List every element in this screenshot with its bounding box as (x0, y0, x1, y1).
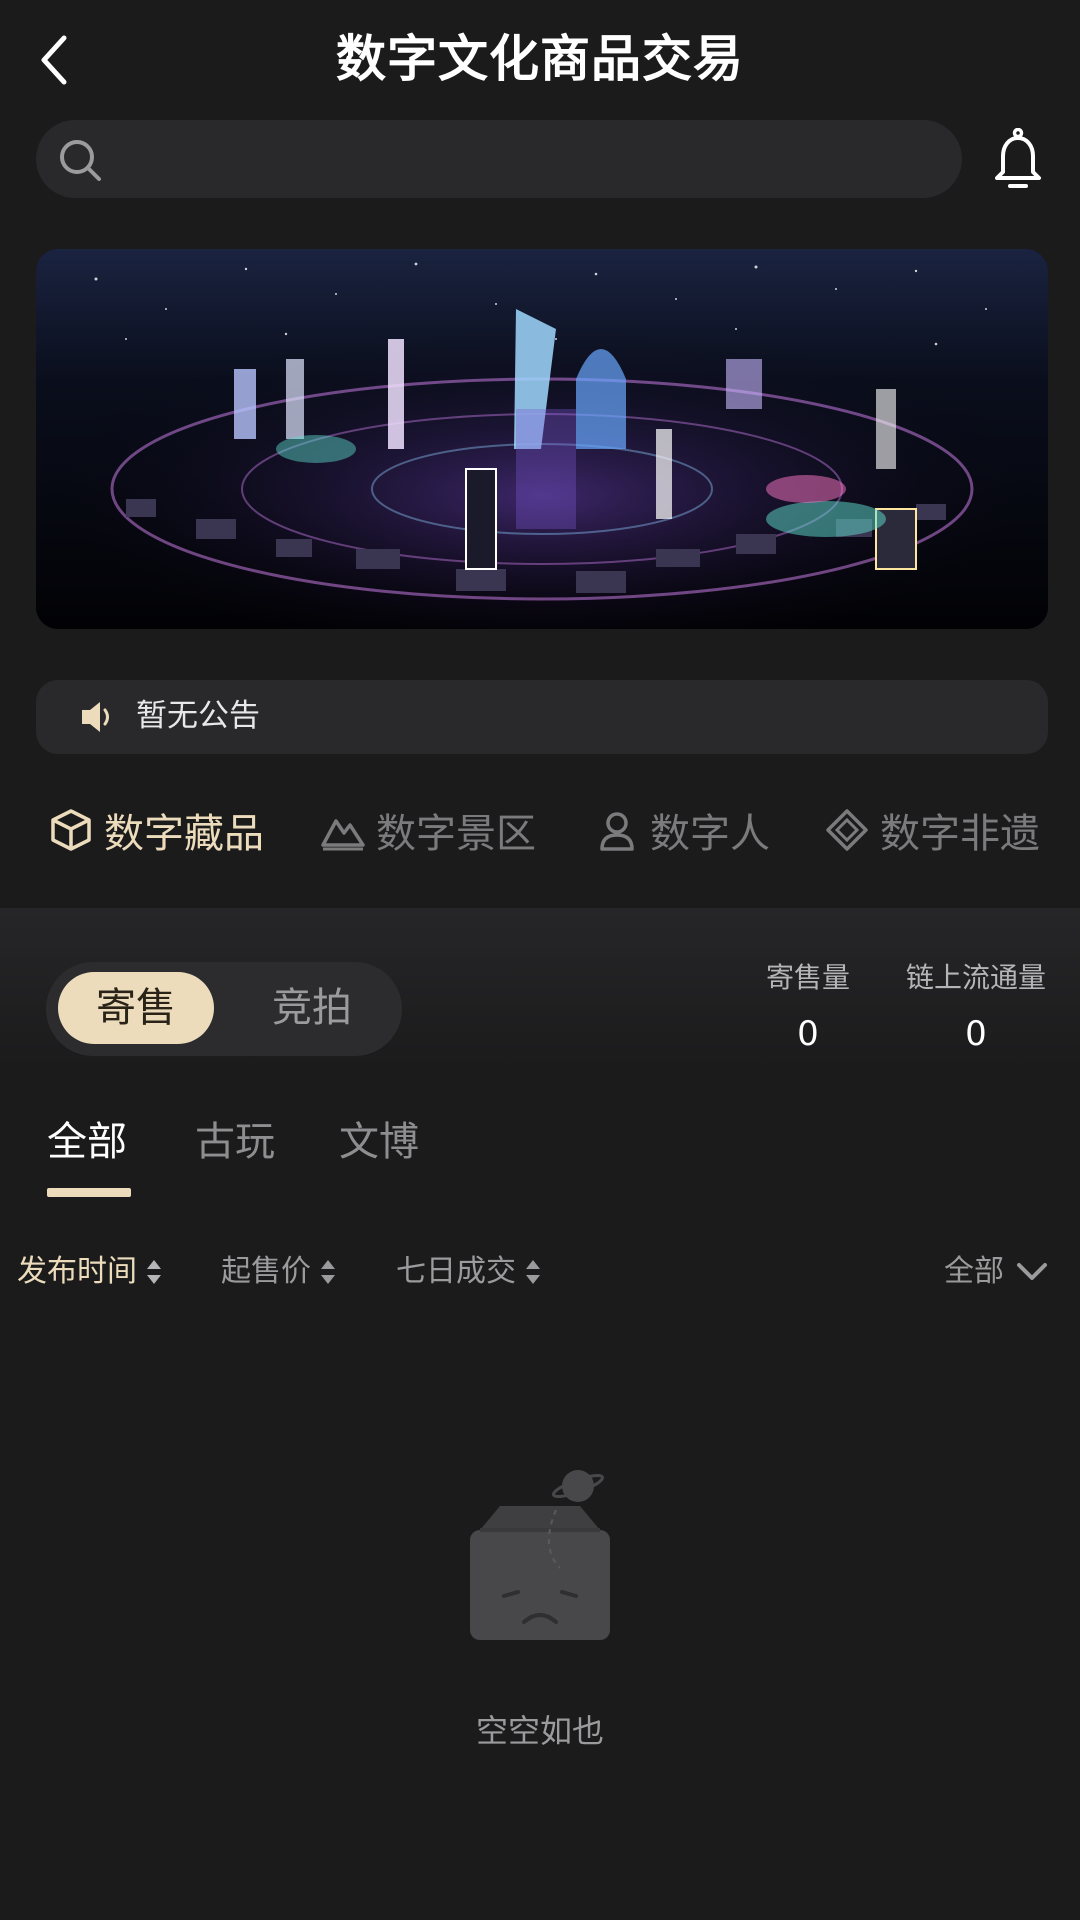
bell-icon[interactable] (990, 128, 1046, 190)
empty-box-icon (470, 1470, 610, 1640)
empty-state-text: 空空如也 (475, 1712, 604, 1750)
mode-consign-button[interactable]: 寄售 (58, 972, 214, 1044)
sort-label: 起售价 (221, 1254, 311, 1289)
category-label: 数字非遗 (880, 811, 1040, 857)
sort-arrows-icon (526, 1260, 540, 1284)
consign-count-label: 寄售量 (765, 961, 850, 994)
search-icon (60, 140, 101, 181)
filter-label: 全部 (944, 1254, 1004, 1289)
listing-panel (0, 908, 1080, 1920)
person-icon (600, 812, 634, 851)
circulation-label: 链上流通量 (905, 961, 1046, 994)
sort-starting-price[interactable]: 起售价 (221, 1250, 337, 1294)
active-tab-indicator (47, 1188, 131, 1197)
consign-count-value: 0 (797, 1014, 819, 1054)
category-label: 数字人 (650, 811, 770, 857)
sort-label: 七日成交 (396, 1254, 516, 1289)
announcement-text: 暂无公告 (136, 698, 260, 734)
mountain-icon (321, 819, 365, 851)
announcement-bar[interactable]: 暂无公告 (36, 680, 1048, 754)
sort-publish-time[interactable]: 发布时间 (17, 1250, 163, 1294)
tab-all[interactable]: 全部 (47, 1112, 127, 1172)
search-input[interactable] (36, 120, 962, 198)
category-label: 数字景区 (376, 811, 536, 857)
category-digital-scenic[interactable]: 数字景区 (320, 800, 536, 860)
category-digital-human[interactable]: 数字人 (594, 800, 770, 860)
category-digital-collectibles[interactable]: 数字藏品 (48, 800, 264, 860)
tab-antiques[interactable]: 古玩 (195, 1112, 275, 1172)
sort-arrows-icon (147, 1260, 161, 1284)
sort-arrows-icon (321, 1260, 335, 1284)
mode-auction-button[interactable]: 竞拍 (248, 972, 376, 1044)
banner-image[interactable] (36, 249, 1048, 629)
tab-cultural-museum[interactable]: 文博 (339, 1112, 419, 1172)
chevron-down-icon (1017, 1263, 1047, 1280)
filter-dropdown[interactable]: 全部 (944, 1250, 1048, 1294)
cube-icon (51, 809, 91, 851)
page-title: 数字文化商品交易 (336, 30, 744, 88)
sort-label: 发布时间 (17, 1254, 137, 1289)
circulation-value: 0 (965, 1014, 987, 1054)
category-row: 数字藏品 数字景区 数字人 数字非遗 (0, 770, 1080, 890)
diamond-icon (826, 809, 868, 851)
category-digital-heritage[interactable]: 数字非遗 (824, 800, 1040, 860)
speaker-icon (82, 702, 109, 732)
category-label: 数字藏品 (104, 811, 264, 857)
sort-seven-day-deals[interactable]: 七日成交 (396, 1250, 542, 1294)
